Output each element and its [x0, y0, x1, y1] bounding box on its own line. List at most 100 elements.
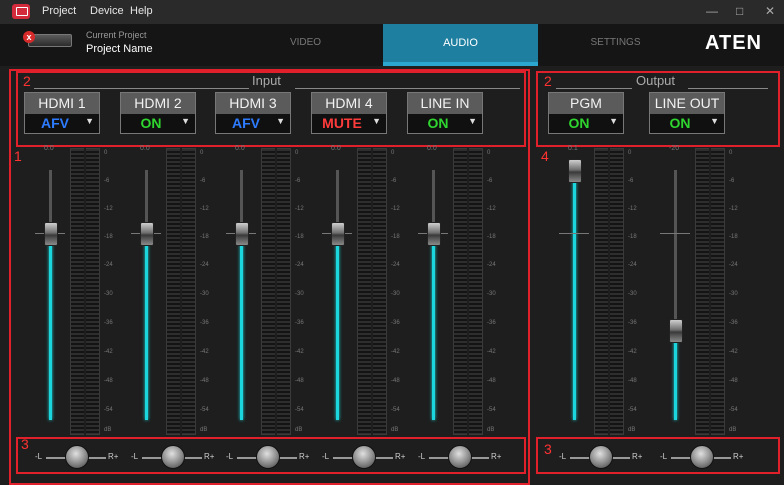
meter-scale-label: -6: [729, 178, 735, 184]
tab-video[interactable]: VIDEO: [228, 24, 383, 66]
meter-scale-label: -42: [487, 349, 496, 355]
caret-down-icon: ▼: [276, 116, 285, 126]
annotation-2-output: 2: [544, 73, 552, 89]
meter-scale-label: -42: [729, 349, 738, 355]
pan-knob-hdmi-4[interactable]: [352, 445, 376, 469]
pan-knob-line-out[interactable]: [690, 445, 714, 469]
current-project-label: Current Project: [86, 30, 147, 40]
fader-unity-mark: [559, 233, 589, 234]
pan-knob-hdmi-2[interactable]: [161, 445, 185, 469]
caret-down-icon: ▼: [85, 116, 94, 126]
channel-name: HDMI 2: [121, 93, 195, 114]
fader-level-fill: [49, 232, 52, 420]
meter-divider: [84, 148, 86, 435]
volume-fader-line-out[interactable]: [669, 319, 683, 343]
pan-left-label: -L: [418, 452, 426, 461]
caret-down-icon: ▼: [609, 116, 618, 126]
volume-fader-hdmi-4[interactable]: [331, 221, 345, 246]
meter-divider: [608, 148, 610, 435]
volume-fader-hdmi-2[interactable]: [140, 221, 154, 246]
meter-scale-label: 0: [391, 150, 395, 156]
fader-level-fill: [240, 232, 243, 420]
source-button-hdmi-4[interactable]: HDMI 4 MUTE ▼: [311, 92, 387, 134]
volume-fader-hdmi-1[interactable]: [44, 221, 58, 246]
volume-fader-hdmi-3[interactable]: [235, 221, 249, 246]
close-button[interactable]: ✕: [765, 4, 775, 18]
source-button-hdmi-1[interactable]: HDMI 1 AFV ▼: [24, 92, 100, 134]
meter-scale-label: -24: [295, 262, 304, 268]
meter-scale-label: -48: [729, 378, 738, 384]
source-button-pgm[interactable]: PGM ON ▼: [548, 92, 624, 134]
meter-scale-label: dB: [391, 427, 399, 433]
pan-knob-pgm[interactable]: [589, 445, 613, 469]
caret-down-icon: ▼: [710, 116, 719, 126]
meter-divider: [180, 148, 182, 435]
source-button-hdmi-2[interactable]: HDMI 2 ON ▼: [120, 92, 196, 134]
meter-scale-label: -18: [295, 234, 304, 240]
pan-knob-hdmi-3[interactable]: [256, 445, 280, 469]
annotation-2-input: 2: [23, 73, 31, 89]
channel-name: HDMI 3: [216, 93, 290, 114]
pan-knob-line-in[interactable]: [448, 445, 472, 469]
pan-left-label: -L: [660, 452, 668, 461]
meter-scale-label: -18: [628, 234, 637, 240]
meter-scale-label: -36: [628, 320, 637, 326]
pan-right-label: R+: [108, 452, 119, 461]
caret-down-icon: ▼: [468, 116, 477, 126]
input-title-line-right: [295, 88, 520, 89]
meter-scale-label: -12: [487, 206, 496, 212]
meter-scale-label: -48: [487, 378, 496, 384]
meter-scale-label: -6: [295, 178, 301, 184]
menu-help[interactable]: Help: [130, 5, 153, 17]
source-button-hdmi-3[interactable]: HDMI 3 AFV ▼: [215, 92, 291, 134]
pan-right-label: R+: [299, 452, 310, 461]
output-title-line-left: [556, 88, 632, 89]
meter-scale-label: -48: [295, 378, 304, 384]
pan-knob-hdmi-1[interactable]: [65, 445, 89, 469]
menu-device[interactable]: Device: [90, 5, 124, 17]
tab-settings[interactable]: SETTINGS: [538, 24, 693, 66]
meter-scale-label: -42: [295, 349, 304, 355]
caret-down-icon: ▼: [372, 116, 381, 126]
meter-scale-label: -54: [487, 407, 496, 413]
title-bar: Project Device Help — □ ✕: [0, 0, 784, 24]
meter-scale-label: dB: [200, 427, 208, 433]
maximize-button[interactable]: □: [736, 4, 743, 18]
meter-scale-label: -30: [729, 291, 738, 297]
meter-scale-label: -42: [104, 349, 113, 355]
level-readout: 0.0: [235, 145, 245, 152]
meter-scale-label: -36: [200, 320, 209, 326]
meter-scale-label: dB: [104, 427, 112, 433]
meter-scale-label: -42: [200, 349, 209, 355]
source-button-line-out[interactable]: LINE OUT ON ▼: [649, 92, 725, 134]
tab-audio[interactable]: AUDIO: [383, 24, 538, 66]
meter-scale-label: -42: [628, 349, 637, 355]
meter-scale-label: dB: [729, 427, 737, 433]
menu-project[interactable]: Project: [42, 5, 76, 17]
volume-fader-line-in[interactable]: [427, 221, 441, 246]
meter-divider: [275, 148, 277, 435]
annotation-4: 4: [541, 148, 549, 164]
meter-scale-label: -6: [200, 178, 206, 184]
fader-level-fill: [674, 330, 677, 420]
minimize-button[interactable]: —: [706, 4, 718, 18]
meter-scale-label: 0: [200, 150, 204, 156]
meter-scale-label: -54: [628, 407, 637, 413]
meter-scale-label: -36: [295, 320, 304, 326]
error-badge-icon: x: [23, 31, 35, 43]
pan-right-label: R+: [733, 452, 744, 461]
caret-down-icon: ▼: [181, 116, 190, 126]
meter-scale-label: dB: [628, 427, 636, 433]
meter-scale-label: 0: [487, 150, 491, 156]
project-name: Project Name: [86, 43, 153, 55]
meter-scale-label: -48: [200, 378, 209, 384]
source-button-line-in[interactable]: LINE IN ON ▼: [407, 92, 483, 134]
meter-scale-label: -36: [729, 320, 738, 326]
meter-scale-label: -24: [104, 262, 113, 268]
meter-scale-label: -36: [104, 320, 113, 326]
volume-fader-pgm[interactable]: [568, 159, 582, 183]
meter-scale-label: -30: [628, 291, 637, 297]
level-readout: 0.0: [331, 145, 341, 152]
level-readout: 0.0: [427, 145, 437, 152]
meter-scale-label: -24: [391, 262, 400, 268]
